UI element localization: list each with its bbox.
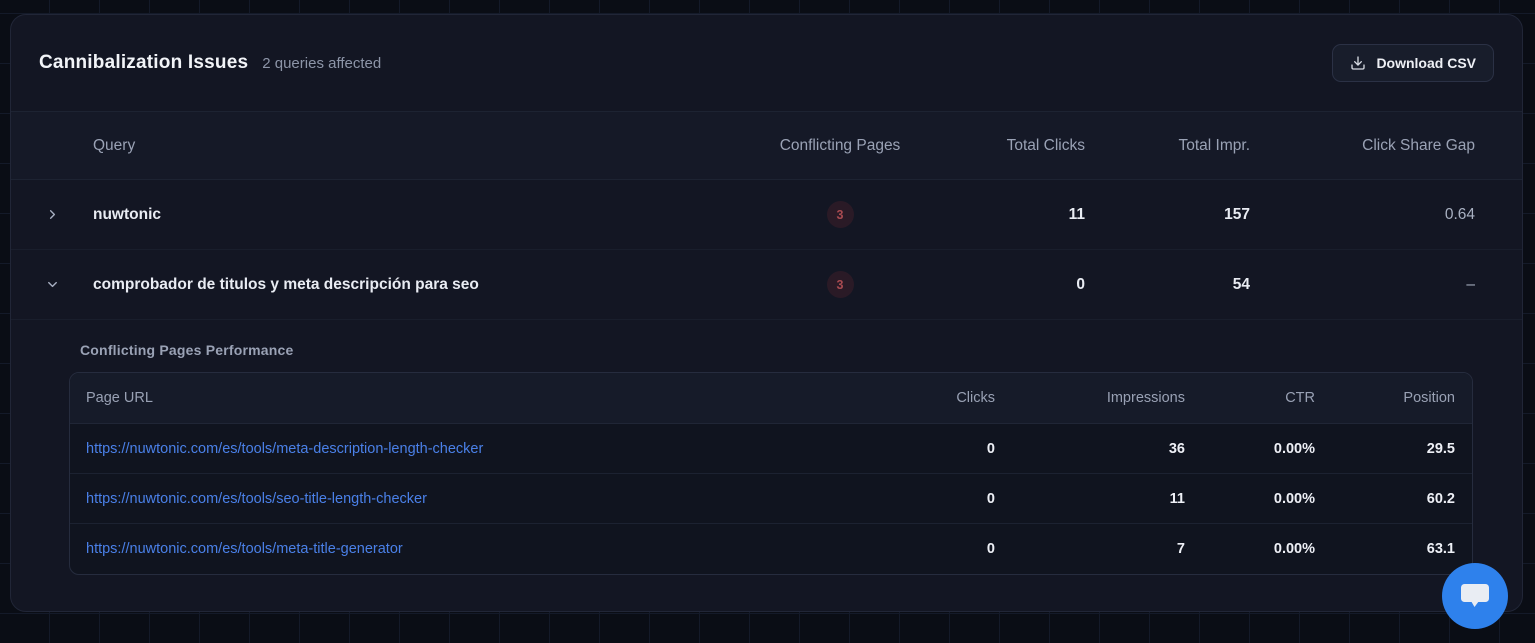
download-icon (1350, 55, 1366, 71)
ctr-value: 0.00% (1185, 441, 1315, 457)
card-header: Cannibalization Issues 2 queries affecte… (11, 15, 1522, 112)
conflicting-pages-table: Page URL Clicks Impressions CTR Position… (69, 372, 1473, 575)
query-text: nuwtonic (93, 206, 755, 224)
col-header-click-share-gap: Click Share Gap (1250, 137, 1475, 155)
col-header-impressions: Impressions (995, 390, 1185, 406)
expanded-panel: Conflicting Pages Performance Page URL C… (11, 342, 1522, 575)
clicks-value: 0 (855, 541, 995, 557)
position-value: 29.5 (1315, 441, 1455, 457)
chat-launcher-button[interactable] (1442, 563, 1508, 629)
page-url-link[interactable]: https://nuwtonic.com/es/tools/seo-title-… (86, 491, 427, 507)
col-header-position: Position (1315, 390, 1455, 406)
clicks-value: 0 (855, 441, 995, 457)
conflicting-pages-performance-title: Conflicting Pages Performance (80, 342, 1522, 358)
queries-affected-count: 2 queries affected (262, 55, 381, 72)
impressions-value: 36 (995, 441, 1185, 457)
cannibalization-issues-card: Cannibalization Issues 2 queries affecte… (10, 14, 1523, 612)
position-value: 60.2 (1315, 491, 1455, 507)
impressions-value: 7 (995, 541, 1185, 557)
col-header-page-url: Page URL (86, 390, 855, 406)
page-row: https://nuwtonic.com/es/tools/meta-descr… (70, 424, 1472, 474)
col-header-total-impr: Total Impr. (1085, 137, 1250, 155)
query-row-comprobador[interactable]: comprobador de titulos y meta descripció… (11, 250, 1522, 320)
page-row: https://nuwtonic.com/es/tools/meta-title… (70, 524, 1472, 574)
download-csv-label: Download CSV (1376, 55, 1476, 71)
click-share-gap-value: 0.64 (1250, 206, 1475, 224)
col-header-ctr: CTR (1185, 390, 1315, 406)
total-impr-value: 157 (1085, 206, 1250, 224)
chevron-right-icon[interactable] (11, 207, 93, 222)
col-header-conflicting-pages: Conflicting Pages (755, 137, 925, 155)
col-header-query: Query (93, 137, 755, 155)
nested-table-header: Page URL Clicks Impressions CTR Position (70, 373, 1472, 424)
page-url-link[interactable]: https://nuwtonic.com/es/tools/meta-title… (86, 541, 403, 557)
title-group: Cannibalization Issues 2 queries affecte… (39, 52, 381, 74)
col-header-total-clicks: Total Clicks (925, 137, 1085, 155)
query-row-nuwtonic[interactable]: nuwtonic 3 11 157 0.64 (11, 180, 1522, 250)
col-header-clicks: Clicks (855, 390, 995, 406)
position-value: 63.1 (1315, 541, 1455, 557)
query-text: comprobador de titulos y meta descripció… (93, 276, 755, 294)
ctr-value: 0.00% (1185, 491, 1315, 507)
clicks-value: 0 (855, 491, 995, 507)
chevron-down-icon[interactable] (11, 277, 93, 292)
chat-bubble-icon (1457, 579, 1493, 613)
page-row: https://nuwtonic.com/es/tools/seo-title-… (70, 474, 1472, 524)
total-clicks-value: 11 (925, 206, 1085, 224)
page-url-link[interactable]: https://nuwtonic.com/es/tools/meta-descr… (86, 441, 483, 457)
conflicting-pages-badge: 3 (827, 271, 854, 298)
total-impr-value: 54 (1085, 276, 1250, 294)
conflicting-pages-badge: 3 (827, 201, 854, 228)
click-share-gap-value: – (1250, 276, 1475, 294)
main-table-header: Query Conflicting Pages Total Clicks Tot… (11, 112, 1522, 180)
impressions-value: 11 (995, 491, 1185, 507)
download-csv-button[interactable]: Download CSV (1332, 44, 1494, 82)
ctr-value: 0.00% (1185, 541, 1315, 557)
page-title: Cannibalization Issues (39, 52, 248, 74)
total-clicks-value: 0 (925, 276, 1085, 294)
